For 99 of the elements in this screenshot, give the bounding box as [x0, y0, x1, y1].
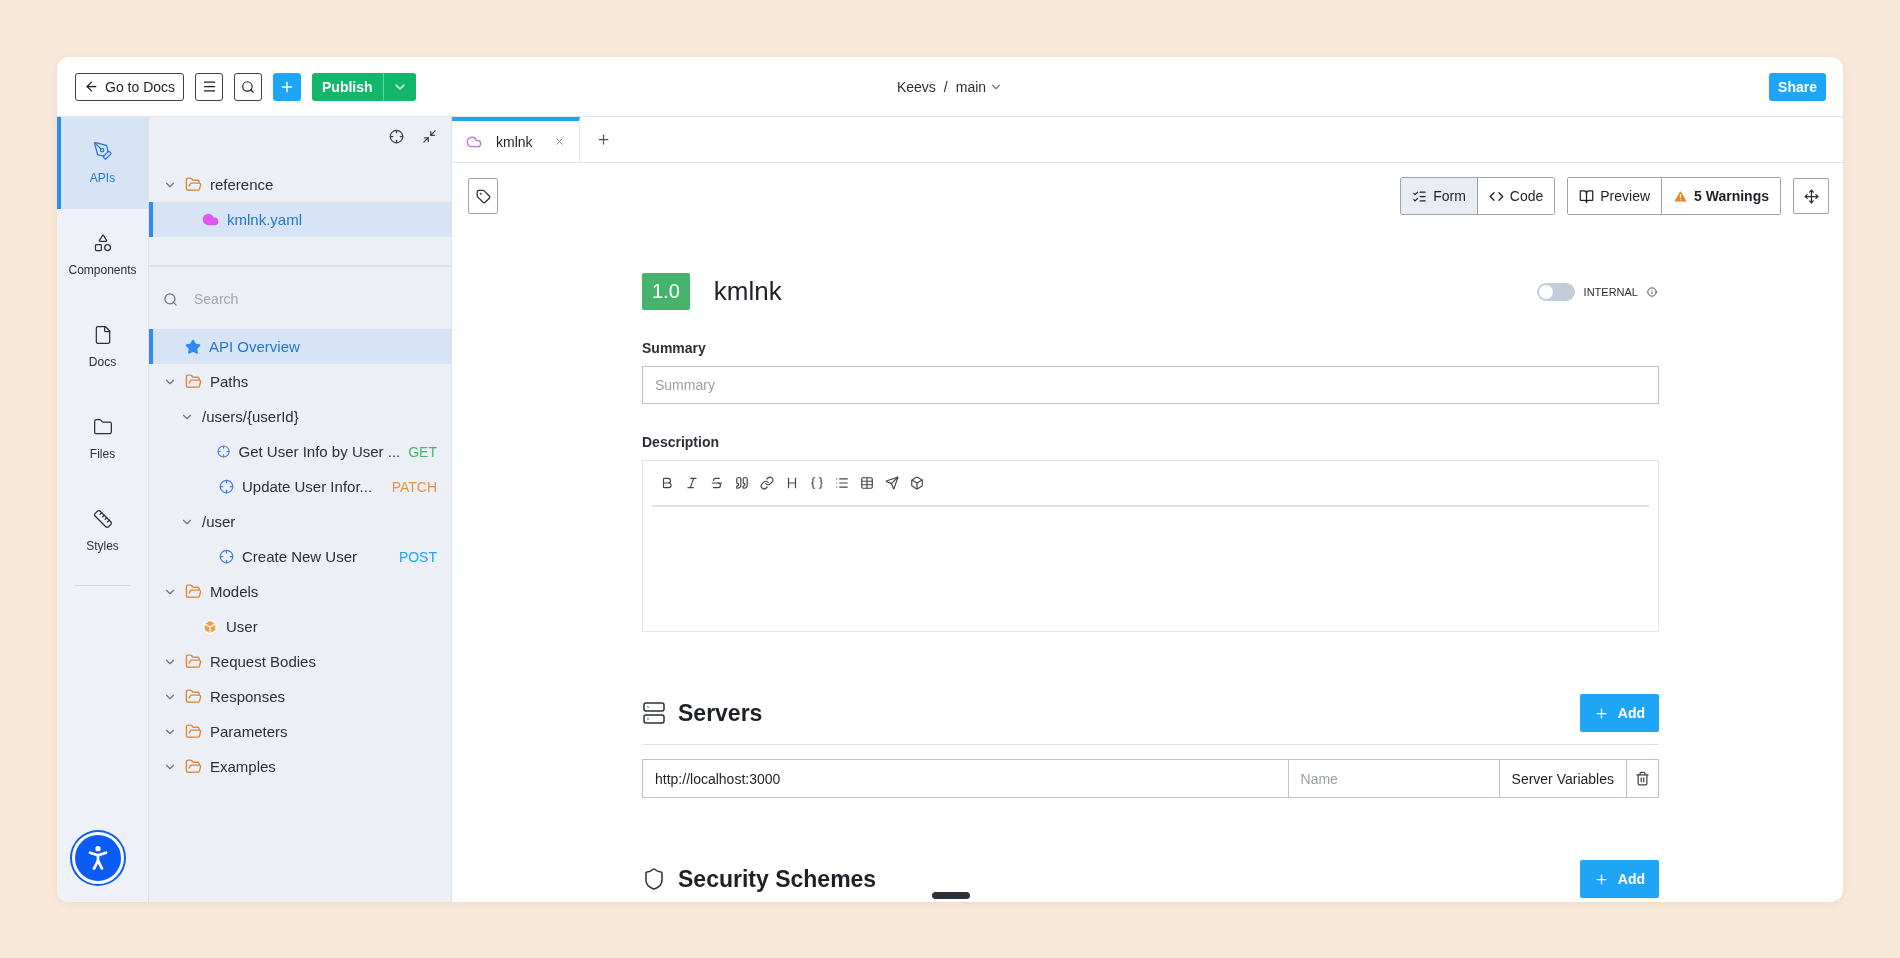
add-button[interactable]: [273, 72, 302, 101]
search-button[interactable]: [234, 72, 263, 101]
tree-item[interactable]: kmlnk.yaml: [149, 202, 451, 237]
cube-icon[interactable]: [910, 476, 924, 490]
view-toggle[interactable]: Form: [1401, 178, 1477, 214]
search-icon: [163, 291, 178, 307]
menu-button[interactable]: [195, 72, 224, 101]
warning-icon: [1673, 188, 1689, 204]
folder-icon: [185, 583, 202, 600]
collapse-icon[interactable]: [422, 129, 437, 144]
tree-item[interactable]: API Overview: [149, 329, 451, 364]
summary-field[interactable]: Summary: [642, 366, 1659, 404]
target-icon: [217, 444, 231, 459]
rail-item[interactable]: Components: [57, 209, 148, 301]
warnings-button[interactable]: 5 Warnings: [1661, 178, 1780, 214]
tree-item[interactable]: /users/{userId}: [149, 399, 451, 434]
tag-button[interactable]: [468, 178, 498, 214]
target-icon: [219, 479, 234, 494]
tag-icon: [475, 188, 491, 204]
internal-toggle[interactable]: [1536, 282, 1575, 301]
drag-handle[interactable]: [932, 892, 970, 899]
heading-icon[interactable]: [785, 476, 799, 490]
rail-item[interactable]: APIs: [57, 117, 148, 209]
pen-icon: [92, 141, 113, 161]
cloud-icon: [202, 211, 219, 228]
tree-item[interactable]: Get User Info by User ... GET: [149, 434, 451, 469]
plus-icon: [596, 132, 611, 147]
braces-icon[interactable]: [810, 476, 824, 490]
tree-item[interactable]: Responses: [149, 679, 451, 714]
folder-icon: [185, 758, 202, 775]
branch-selector[interactable]: main: [955, 78, 1004, 95]
accessibility-button[interactable]: [72, 832, 124, 884]
rail-item[interactable]: Styles: [57, 485, 148, 577]
search-icon: [241, 79, 256, 94]
plus-icon: [1593, 705, 1609, 721]
tree-item[interactable]: /user: [149, 504, 451, 539]
summary-label: Summary: [642, 340, 707, 356]
shield-icon: [642, 867, 666, 891]
tree-item[interactable]: Request Bodies: [149, 644, 451, 679]
book-icon: [1579, 188, 1595, 204]
folder-icon: [185, 723, 202, 740]
close-icon[interactable]: [554, 136, 565, 147]
paper-plane-icon[interactable]: [885, 476, 899, 490]
rail-item[interactable]: Files: [57, 393, 148, 485]
section-title: Servers: [678, 699, 763, 727]
tree-item[interactable]: Examples: [149, 749, 451, 784]
server-name-field[interactable]: Name: [1288, 759, 1500, 798]
project-name: Keevs: [896, 78, 936, 95]
trash-icon: [1635, 771, 1650, 786]
target-icon: [219, 549, 234, 564]
go-to-docs-button[interactable]: Go to Docs: [75, 72, 185, 101]
bold-icon[interactable]: [660, 476, 674, 490]
tree-item[interactable]: Parameters: [149, 714, 451, 749]
list-icon[interactable]: [835, 476, 849, 490]
tree-item[interactable]: User: [149, 609, 451, 644]
folder-icon: [185, 373, 202, 390]
folder-icon: [92, 417, 113, 437]
move-icon: [1803, 188, 1819, 204]
folder-icon: [185, 653, 202, 670]
search-field[interactable]: Search: [192, 290, 437, 308]
tree-item[interactable]: reference: [149, 167, 451, 202]
folder-icon: [185, 176, 202, 193]
http-method: PATCH: [391, 478, 437, 495]
info-icon: [1647, 286, 1657, 297]
star-icon: [185, 338, 201, 355]
checklist-icon: [1412, 188, 1428, 204]
folder-icon: [185, 688, 202, 705]
version-badge: 1.0: [642, 273, 690, 310]
move-button[interactable]: [1793, 178, 1829, 214]
plus-icon: [1593, 871, 1609, 887]
breadcrumb-separator: /: [943, 78, 948, 95]
description-label: Description: [642, 434, 720, 450]
section-title: Security Schemes: [678, 865, 877, 893]
strikethrough-icon[interactable]: [710, 476, 724, 490]
http-method: GET: [408, 443, 437, 460]
rail-item[interactable]: Docs: [57, 301, 148, 393]
view-toggle[interactable]: Code: [1476, 178, 1555, 214]
editor-tab[interactable]: kmlnk: [452, 117, 580, 162]
http-method: POST: [398, 548, 437, 565]
server-icon: [642, 701, 666, 725]
cube-icon: [202, 618, 218, 635]
target-icon[interactable]: [389, 129, 404, 144]
tree-item[interactable]: Models: [149, 574, 451, 609]
quote-icon[interactable]: [735, 476, 749, 490]
tree-item[interactable]: Update User Infor... PATCH: [149, 469, 451, 504]
delete-button[interactable]: [1627, 759, 1659, 798]
menu-icon: [201, 79, 217, 94]
tree-item[interactable]: Create New User POST: [149, 539, 451, 574]
api-title: kmlnk: [713, 276, 782, 307]
tab-label: kmlnk: [496, 133, 533, 150]
shapes-icon: [92, 233, 113, 253]
italic-icon[interactable]: [685, 476, 699, 490]
internal-label: INTERNAL: [1583, 285, 1638, 298]
ruler-icon: [92, 509, 113, 529]
link-icon[interactable]: [760, 476, 774, 490]
table-icon[interactable]: [860, 476, 874, 490]
tree-item[interactable]: Paths: [149, 364, 451, 399]
server-variables-button[interactable]: Server Variables: [1499, 759, 1627, 798]
server-url-field[interactable]: http://localhost:3000: [642, 759, 1289, 798]
